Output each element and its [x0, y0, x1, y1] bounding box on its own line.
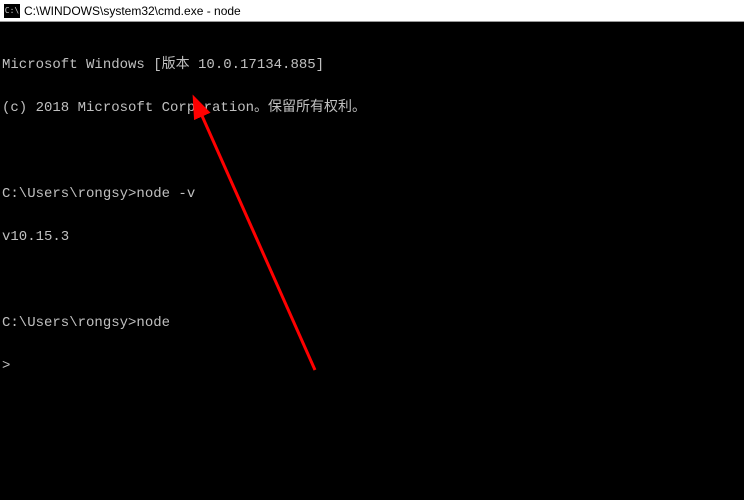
terminal-line: v10.15.3 [2, 230, 742, 245]
terminal-line: C:\Users\rongsy>node -v [2, 187, 742, 202]
terminal-line: > [2, 359, 742, 374]
window-titlebar[interactable]: C:\WINDOWS\system32\cmd.exe - node [0, 0, 744, 22]
cmd-icon [4, 4, 20, 18]
terminal-line: (c) 2018 Microsoft Corporation。保留所有权利。 [2, 101, 742, 116]
terminal-line: C:\Users\rongsy>node [2, 316, 742, 331]
window-title: C:\WINDOWS\system32\cmd.exe - node [24, 4, 241, 18]
terminal-content[interactable]: Microsoft Windows [版本 10.0.17134.885] (c… [0, 22, 744, 396]
terminal-line [2, 273, 742, 288]
terminal-line [2, 144, 742, 159]
terminal-line: Microsoft Windows [版本 10.0.17134.885] [2, 58, 742, 73]
